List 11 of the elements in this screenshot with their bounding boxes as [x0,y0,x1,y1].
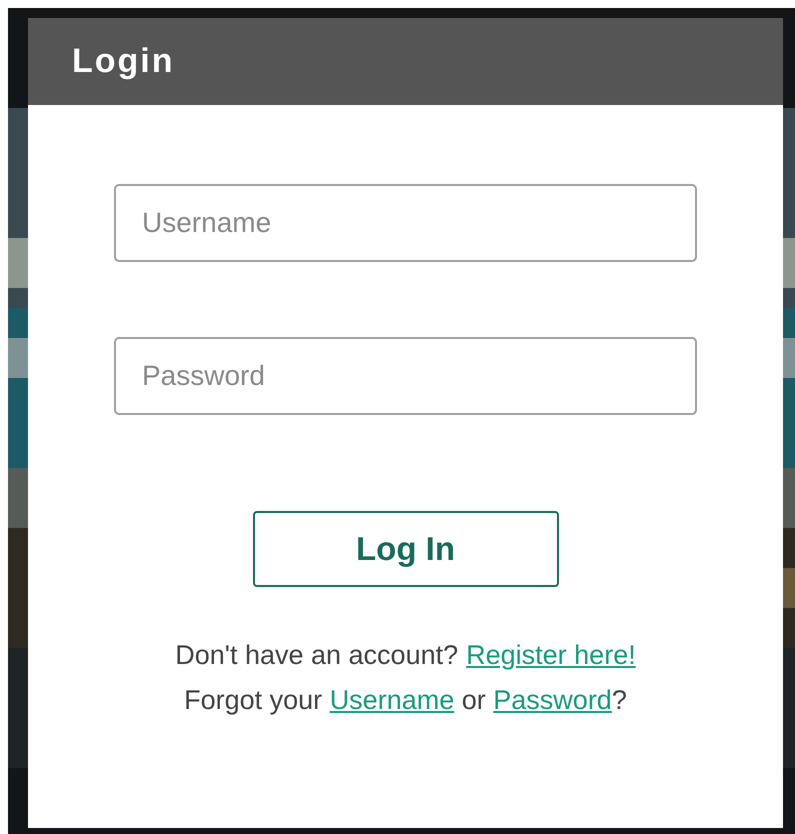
register-prompt: Don't have an account? [175,639,458,672]
password-field[interactable]: Password [114,337,697,415]
password-link[interactable]: Password [493,678,612,723]
dialog-title: Login [72,42,175,81]
question-mark: ? [612,684,627,717]
username-field[interactable]: Username [114,184,697,262]
or-text: or [460,684,487,717]
username-link[interactable]: Username [330,678,454,723]
login-button[interactable]: Log In [252,511,558,587]
register-link[interactable]: Register here! [466,633,636,678]
forgot-prompt: Forgot your [184,684,324,717]
